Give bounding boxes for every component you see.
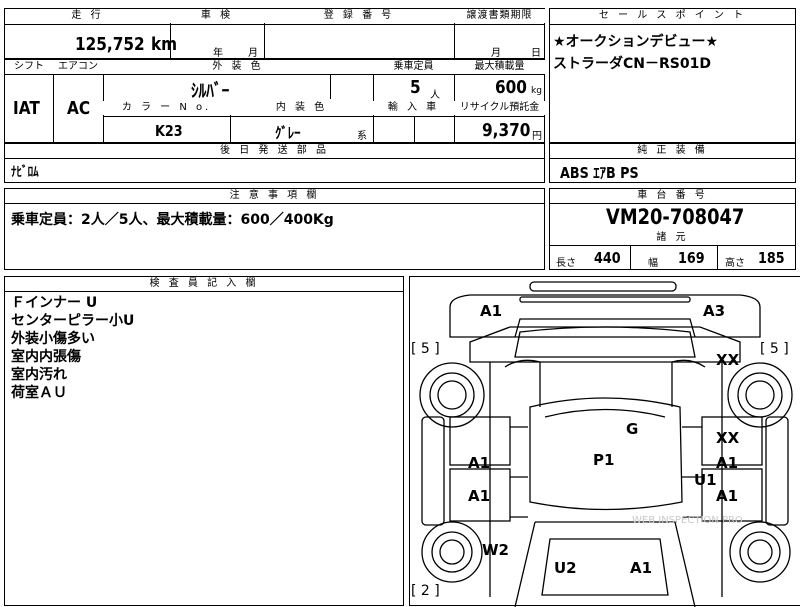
mark-left-rear-door: A1 (468, 487, 491, 505)
transfer-month-label: 月 (491, 48, 501, 59)
mark-left-rear-fender: W2 (482, 541, 509, 559)
mark-tire-fl: [ 5 ] (411, 341, 440, 357)
ac-label: エアコン (53, 60, 103, 74)
inspector-line-1: Ｆインナー U (11, 295, 98, 311)
standard-equipment-label: 純 正 装 備 (550, 144, 795, 158)
shift-label: シフト (5, 60, 53, 74)
inspection-label: 車 検 (170, 9, 264, 23)
capacity-label: 乗車定員 (373, 60, 454, 74)
chassis-value: VM20-708047 (606, 205, 745, 229)
mark-rear-a1: A1 (630, 559, 653, 577)
sales-point-box: セ ー ル ス ポ イ ン ト ★オークションデビュー★ ストラーダCN－RS0… (549, 8, 796, 143)
car-diagram-svg (419, 281, 793, 607)
recycle-unit: 円 (532, 131, 542, 142)
interior-color-label: 内 装 色 (230, 101, 373, 115)
height-label: 高さ (725, 258, 745, 269)
standard-equipment-value: ABS ｴｱB PS (560, 164, 639, 182)
mileage-value: 125,752 (75, 34, 145, 55)
capacity-unit: 人 (430, 90, 440, 101)
mark-roof-p1: P1 (593, 451, 615, 469)
color-no-value: K23 (155, 122, 183, 140)
mark-tire-rl: [ 2 ] (411, 583, 440, 599)
inspector-label: 検 査 員 記 入 欄 (5, 277, 403, 291)
notes-box: 注 意 事 項 欄 乗車定員：2人／5人、最大積載量：600／400Kg (4, 188, 545, 270)
sales-point-line2: ストラーダCN－RS01D (553, 56, 711, 72)
length-value: 440 (594, 249, 621, 267)
inspector-line-3: 外装小傷多い (11, 331, 95, 347)
mark-right-rear-door-u1: U1 (694, 471, 717, 489)
width-value: 169 (678, 249, 705, 267)
mark-right-rear-door: A1 (716, 487, 739, 505)
top-info-box: 走 行 車 検 登 録 番 号 譲渡書類期限 125,752 km 年 月 月 … (4, 8, 545, 59)
length-label: 長さ (556, 258, 576, 269)
later-parts-value: ﾅﾋﾞﾛﾑ (11, 165, 39, 180)
inspector-line-6: 荷室ＡＵ (11, 385, 67, 401)
notes-value: 乗車定員：2人／5人、最大積載量：600／400Kg (11, 212, 334, 228)
registration-label: 登 録 番 号 (264, 9, 454, 23)
standard-equipment-box: 純 正 装 備 ABS ｴｱB PS (549, 143, 796, 183)
mileage-unit: km (151, 34, 178, 55)
chassis-label: 車 台 番 号 (550, 189, 795, 203)
vehicle-spec-box: シフト エアコン 外 装 色 乗車定員 最大積載量 IAT AC ｼﾙﾊﾞｰ 5… (4, 59, 545, 143)
specs-label: 諸 元 (550, 231, 795, 245)
width-label: 幅 (648, 258, 658, 269)
height-value: 185 (758, 249, 785, 267)
interior-color-value: ｸﾞﾚｰ (275, 124, 301, 142)
mark-tire-fr: [ 5 ] (760, 341, 789, 357)
inspector-line-2: センターピラー小U (11, 313, 135, 329)
recycle-label: リサイクル預託金 (454, 101, 545, 115)
mark-front-left: A1 (480, 302, 503, 320)
notes-label: 注 意 事 項 欄 (5, 189, 544, 203)
later-parts-label: 後 日 発 送 部 品 (5, 144, 544, 158)
mark-roof-g: G (626, 420, 639, 438)
max-load-unit: kg (531, 86, 542, 96)
mark-front-right: A3 (703, 302, 726, 320)
sales-point-label: セ ー ル ス ポ イ ン ト (550, 9, 795, 23)
mark-right-front-door: A1 (716, 454, 739, 472)
later-parts-box: 後 日 発 送 部 品 ﾅﾋﾞﾛﾑ (4, 143, 545, 183)
exterior-color-value: ｼﾙﾊﾞｰ (191, 81, 230, 102)
import-label: 輸 入 車 (373, 101, 454, 115)
inspector-line-5: 室内汚れ (11, 367, 67, 383)
mileage-label: 走 行 (5, 9, 170, 23)
transfer-deadline-label: 譲渡書類期限 (454, 9, 545, 23)
inspection-year-label: 年 (213, 48, 223, 59)
capacity-value: 5 (410, 77, 421, 98)
mark-right-front-fender: XX (716, 351, 740, 369)
mark-rear-u2: U2 (554, 559, 577, 577)
transfer-day-label: 日 (531, 48, 541, 59)
max-load-value: 600 (495, 77, 527, 98)
max-load-label: 最大積載量 (454, 60, 545, 74)
car-diagram-box: A1 A3 [ 5 ] [ 5 ] XX G XX P1 A1 A1 U1 A1… (409, 276, 800, 607)
color-no-label: カ ラ ー N o. (103, 101, 230, 115)
interior-color-suffix: 系 (357, 131, 367, 142)
mark-right-door-upper: XX (716, 429, 740, 447)
inspector-box: 検 査 員 記 入 欄 Ｆインナー U センターピラー小U 外装小傷多い 室内内… (4, 276, 404, 606)
exterior-color-label: 外 装 色 (103, 60, 373, 74)
mark-left-front-door: A1 (468, 454, 491, 472)
sales-point-line1: ★オークションデビュー★ (553, 34, 719, 50)
inspector-line-4: 室内内張傷 (11, 349, 81, 365)
shift-value: IAT (13, 98, 40, 119)
chassis-specs-box: 車 台 番 号 VM20-708047 諸 元 長さ 440 幅 169 高さ … (549, 188, 796, 270)
watermark: WEB INSPECTION PRO (632, 515, 743, 526)
recycle-value: 9,370 (482, 120, 531, 141)
inspection-month-label: 月 (248, 48, 258, 59)
ac-value: AC (67, 98, 91, 119)
